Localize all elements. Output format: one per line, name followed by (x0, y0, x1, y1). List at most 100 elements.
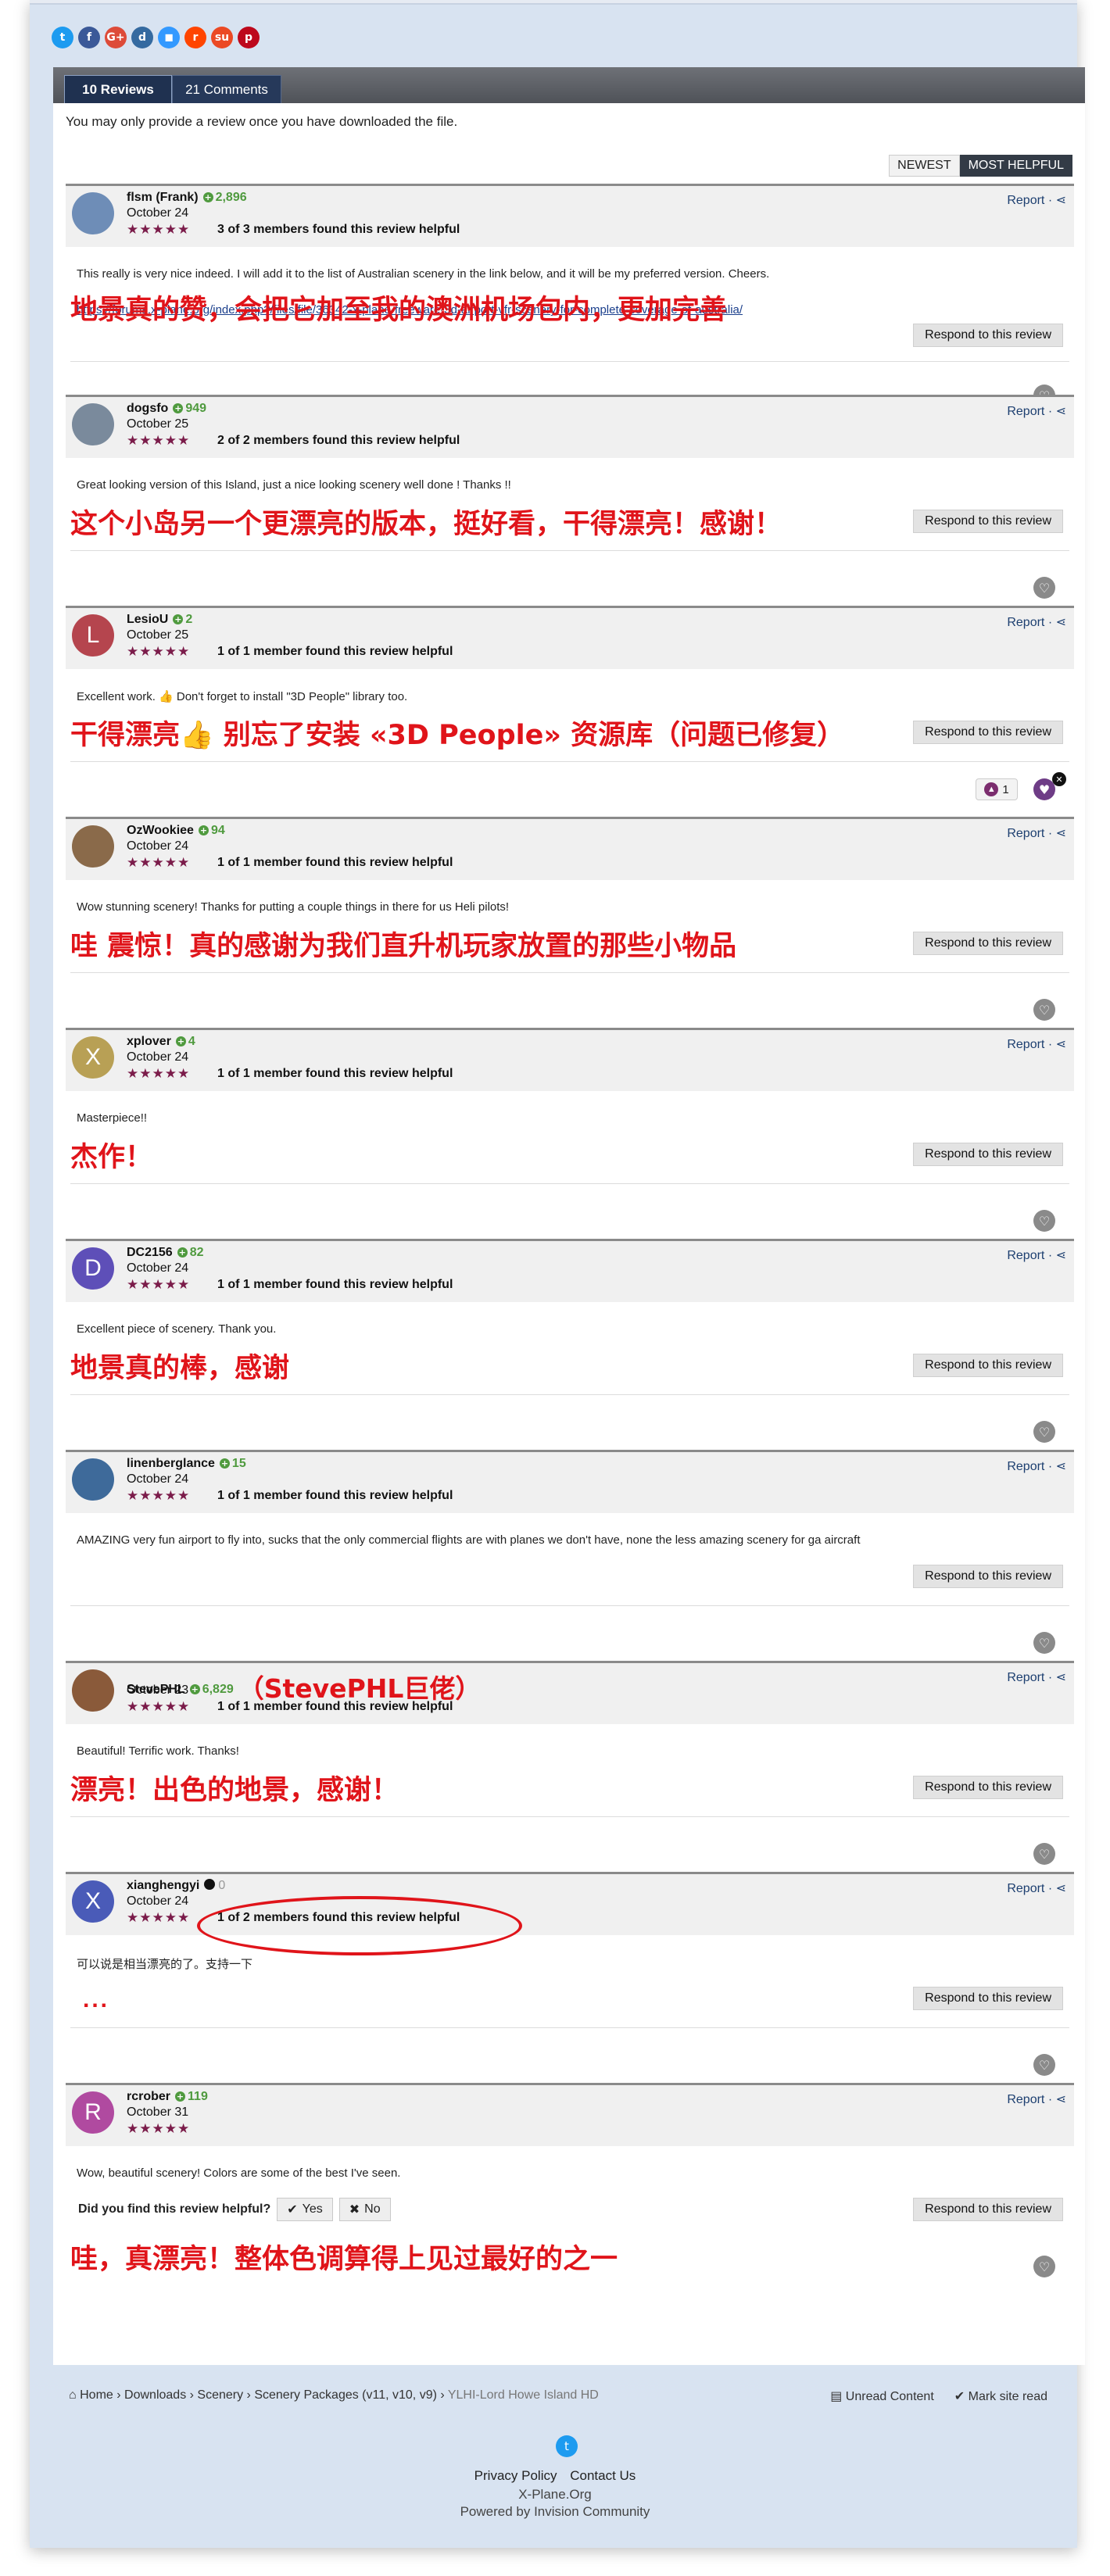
respond-button[interactable]: Respond to this review (913, 324, 1063, 347)
heart-icon[interactable]: ♡ (1033, 577, 1055, 599)
report-link[interactable]: Report · ⋖ (1007, 1458, 1066, 1474)
respond-button[interactable]: Respond to this review (913, 932, 1063, 955)
respond-button[interactable]: Respond to this review (913, 1143, 1063, 1166)
heart-icon[interactable]: ♡ (1033, 2054, 1055, 2076)
share-icon[interactable]: ⋖ (1056, 192, 1066, 207)
heart-icon[interactable]: ♡ (1033, 1632, 1055, 1654)
respond-button[interactable]: Respond to this review (913, 721, 1063, 744)
digg-icon[interactable]: d (131, 27, 153, 48)
report-link[interactable]: Report · ⋖ (1007, 1669, 1066, 1685)
author-name[interactable]: xianghengyi (127, 1879, 199, 1892)
unread-content-link[interactable]: ▤ Unread Content (830, 2388, 934, 2404)
tab-reviews[interactable]: 10 Reviews (64, 75, 172, 103)
avatar[interactable]: D (72, 1247, 114, 1290)
check-icon: ✔ (954, 2390, 969, 2403)
review-author: dogsfo +949 (127, 402, 206, 416)
vote-yes-button[interactable]: ✔ Yes (277, 2198, 333, 2221)
author-name[interactable]: linenberglance (127, 1457, 215, 1470)
share-icon[interactable]: ⋖ (1056, 2091, 1066, 2106)
avatar[interactable] (72, 1458, 114, 1501)
avatar[interactable]: R (72, 2091, 114, 2134)
respond-button[interactable]: Respond to this review (913, 510, 1063, 533)
review-author: xplover +4 (127, 1035, 195, 1049)
review-header (66, 397, 1074, 458)
report-link[interactable]: Report · ⋖ (1007, 1880, 1066, 1896)
share-icon[interactable]: ⋖ (1056, 1036, 1066, 1051)
share-icon[interactable]: ⋖ (1056, 825, 1066, 840)
report-link[interactable]: Report · ⋖ (1007, 1036, 1066, 1052)
review-author: linenberglance +15 (127, 1457, 246, 1471)
author-name[interactable]: rcrober (127, 2090, 170, 2103)
reaction-value: 1 (1002, 782, 1009, 796)
sort-most-helpful-button[interactable]: MOST HELPFUL (959, 155, 1072, 177)
close-icon[interactable]: ✕ (1052, 772, 1066, 786)
reviews-panel: You may only provide a review once you h… (53, 103, 1085, 2365)
respond-button[interactable]: Respond to this review (913, 1987, 1063, 2010)
google-plus-icon[interactable]: G+ (105, 27, 127, 48)
avatar[interactable]: X (72, 1036, 114, 1079)
heart-icon[interactable]: ♡ (1033, 1421, 1055, 1443)
report-link[interactable]: Report · ⋖ (1007, 403, 1066, 419)
respond-button[interactable]: Respond to this review (913, 1354, 1063, 1377)
avatar[interactable]: X (72, 1880, 114, 1923)
avatar[interactable] (72, 403, 114, 445)
mark-site-read-link[interactable]: ✔ Mark site read (954, 2388, 1047, 2404)
twitter-icon[interactable]: t (556, 2435, 578, 2457)
contact-us-link[interactable]: Contact Us (570, 2468, 636, 2483)
tab-comments[interactable]: 21 Comments (172, 75, 281, 103)
report-label: Report (1007, 194, 1045, 207)
footer-site-name[interactable]: X-Plane.Org (0, 2487, 1110, 2503)
facebook-icon[interactable]: f (78, 27, 100, 48)
review-text: AMAZING very fun airport to fly into, su… (77, 1533, 861, 1547)
report-link[interactable]: Report · ⋖ (1007, 2091, 1066, 2107)
vote-no-button[interactable]: ✖ No (338, 2198, 391, 2221)
share-icon[interactable]: ⋖ (1056, 1880, 1066, 1895)
share-icon[interactable]: ⋖ (1056, 403, 1066, 418)
heart-icon[interactable]: ♡ (1033, 2256, 1055, 2277)
share-icon[interactable]: ⋖ (1056, 614, 1066, 629)
avatar[interactable] (72, 825, 114, 868)
author-name[interactable]: OzWookiee (127, 824, 194, 837)
respond-button[interactable]: Respond to this review (913, 1776, 1063, 1799)
share-links: t f G+ d ◼ r su p (52, 27, 260, 48)
author-name[interactable]: flsm (Frank) (127, 191, 199, 204)
reputation: +94 (198, 824, 225, 837)
reddit-icon[interactable]: r (184, 27, 206, 48)
heart-icon[interactable]: ♡ (1033, 1843, 1055, 1865)
share-icon[interactable]: ⋖ (1056, 1458, 1066, 1473)
review-author: xianghengyi 0 (127, 1879, 225, 1893)
report-link[interactable]: Report · ⋖ (1007, 1247, 1066, 1263)
report-link[interactable]: Report · ⋖ (1007, 825, 1066, 841)
report-link[interactable]: Report · ⋖ (1007, 614, 1066, 630)
author-name[interactable]: DC2156 (127, 1246, 173, 1259)
avatar[interactable]: L (72, 614, 114, 657)
review-date: October 25 (127, 628, 189, 642)
stumbleupon-icon[interactable]: su (211, 27, 233, 48)
breadcrumb-downloads[interactable]: Downloads (124, 2388, 186, 2402)
author-name[interactable]: LesioU (127, 613, 168, 626)
reaction-count[interactable]: ▲ 1 (976, 778, 1018, 800)
privacy-policy-link[interactable]: Privacy Policy (474, 2468, 557, 2483)
delicious-icon[interactable]: ◼ (158, 27, 180, 48)
breadcrumb-home[interactable]: Home (80, 2388, 113, 2402)
author-name[interactable]: dogsfo (127, 402, 168, 415)
breadcrumb-scenery[interactable]: Scenery (197, 2388, 243, 2402)
footer-powered-by[interactable]: Powered by Invision Community (0, 2504, 1110, 2520)
heart-icon[interactable]: ♡ (1033, 999, 1055, 1021)
heart-icon[interactable]: ♡ (1033, 1210, 1055, 1232)
respond-button[interactable]: Respond to this review (913, 1565, 1063, 1588)
avatar[interactable] (72, 1669, 114, 1712)
review-text: Great looking version of this Island, ju… (77, 478, 511, 492)
share-icon[interactable]: ⋖ (1056, 1669, 1066, 1684)
reputation-icon: + (175, 2091, 186, 2102)
report-link[interactable]: Report · ⋖ (1007, 192, 1066, 208)
twitter-icon[interactable]: t (52, 27, 73, 48)
pinterest-icon[interactable]: p (238, 27, 260, 48)
share-icon[interactable]: ⋖ (1056, 1247, 1066, 1262)
author-name[interactable]: xplover (127, 1035, 171, 1048)
avatar[interactable] (72, 192, 114, 234)
respond-button[interactable]: Respond to this review (913, 2198, 1063, 2221)
breadcrumb-packages[interactable]: Scenery Packages (v11, v10, v9) (254, 2388, 437, 2402)
sort-newest-button[interactable]: NEWEST (889, 155, 960, 177)
helpful-count: 1 of 1 member found this review helpful (217, 1700, 453, 1713)
